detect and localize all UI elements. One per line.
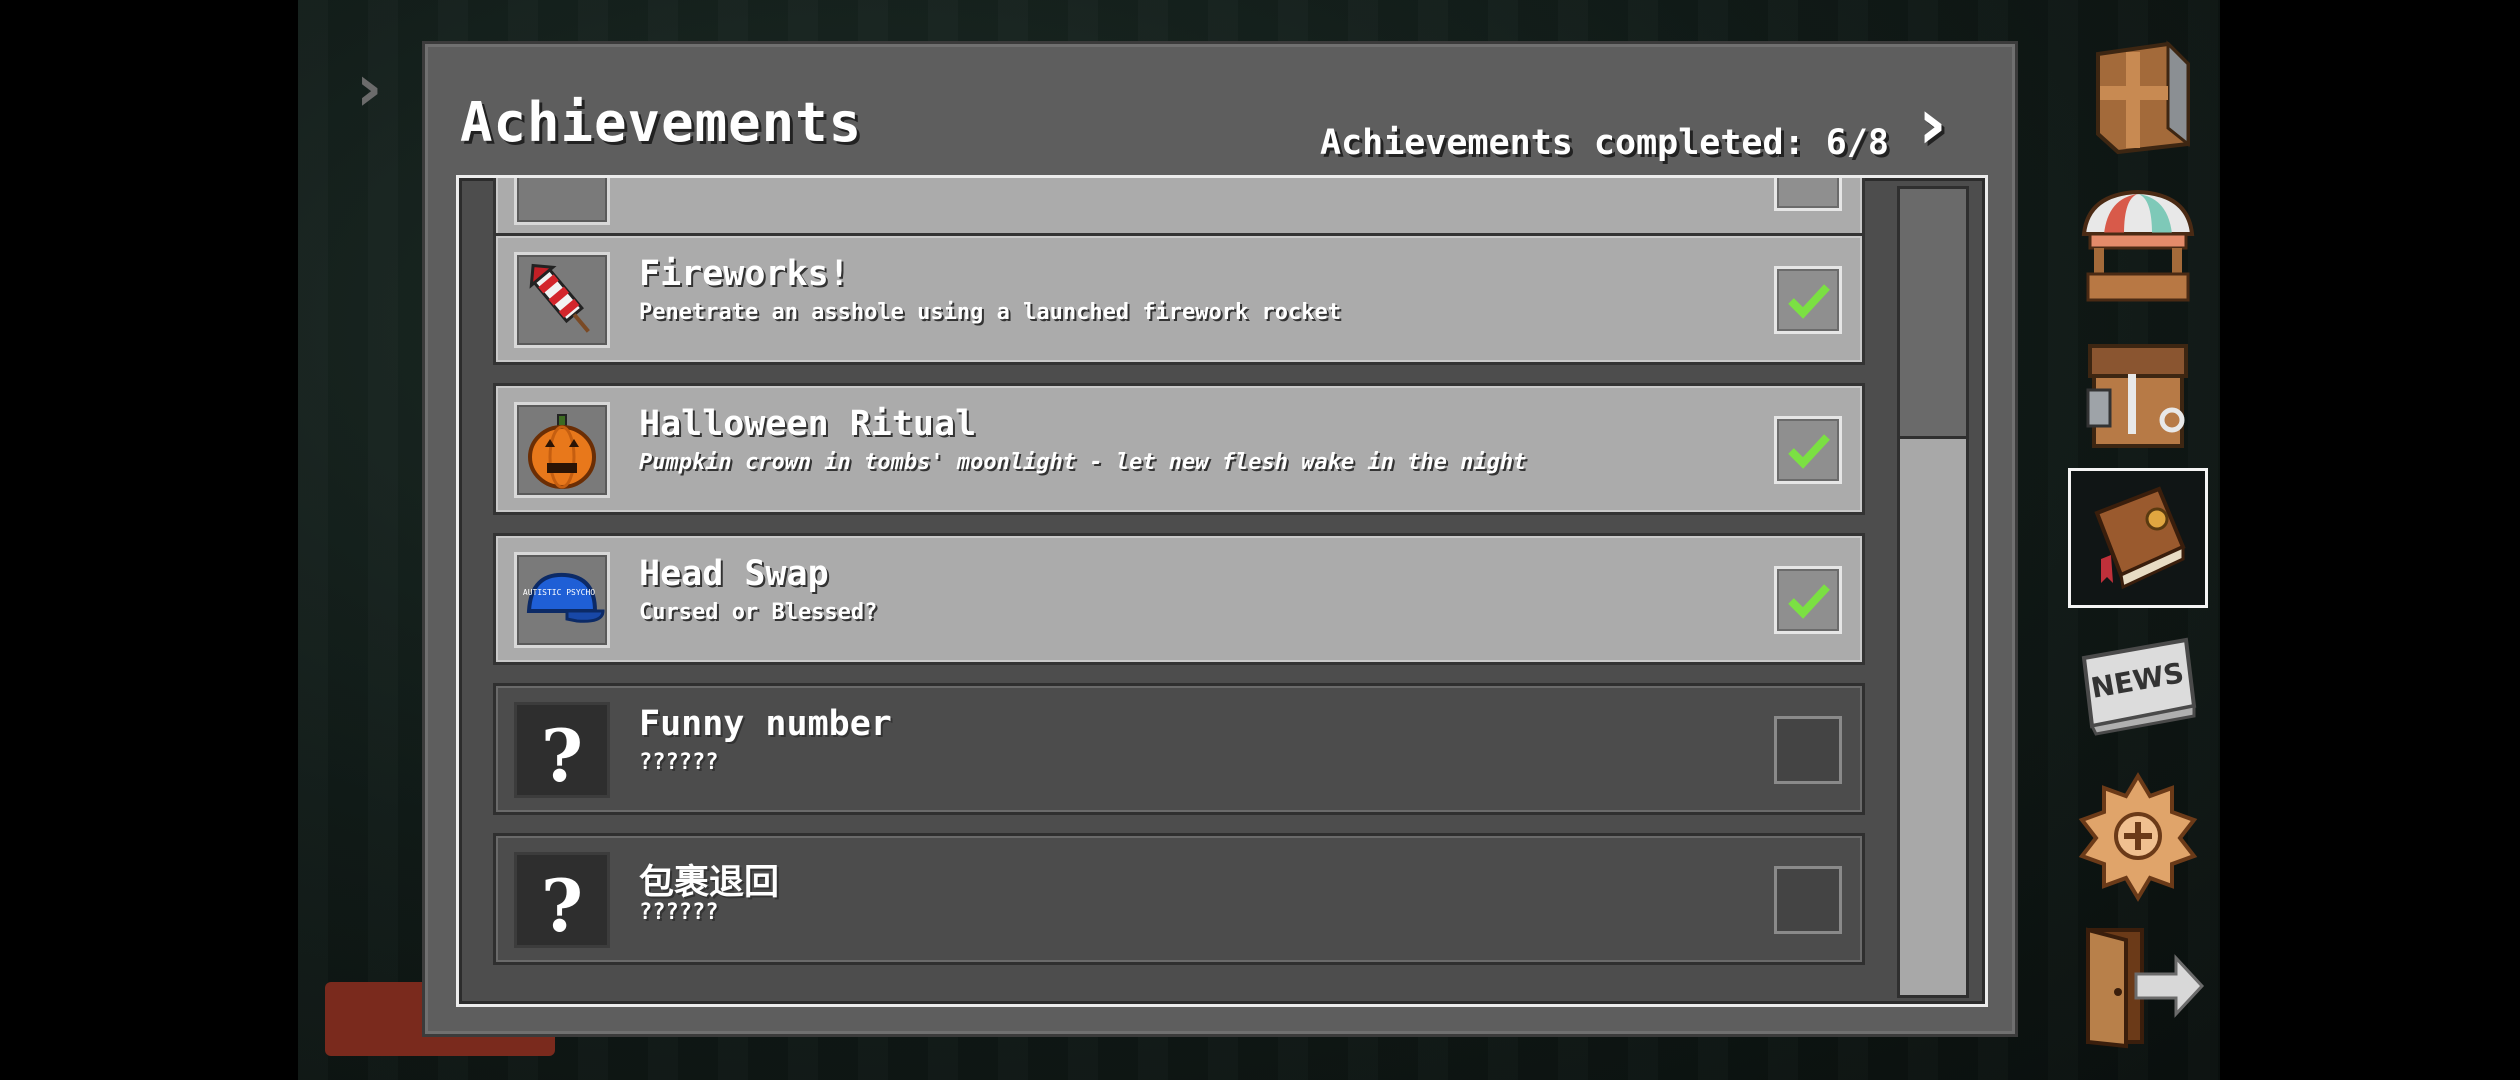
- news-icon: NEWS: [2081, 637, 2197, 736]
- checkmark-icon: [1788, 434, 1830, 469]
- workbench-icon: [2086, 344, 2188, 448]
- exit-button[interactable]: [2068, 914, 2208, 1054]
- achievement-title: Halloween Ritual: [639, 404, 977, 444]
- achievement-description: Pumpkin crown in tombs' moonlight - let …: [639, 450, 1527, 475]
- checkmark-icon: [1788, 584, 1830, 619]
- scrollbar[interactable]: [1897, 186, 1969, 998]
- completion-checkbox: [1774, 266, 1842, 334]
- achievements-list-frame: Fireworks! Penetrate an asshole using a …: [456, 175, 1988, 1007]
- settings-gear-icon: [2078, 772, 2198, 902]
- achievement-description: Cursed or Blessed?: [639, 600, 878, 625]
- list-item: AUTISTIC PSYCHO Head Swap Cursed or Bles…: [493, 533, 1865, 665]
- firework-rocket-icon: [529, 263, 590, 333]
- achievement-title: 包裹退回: [639, 863, 780, 903]
- list-item: Halloween Ritual Pumpkin crown in tombs'…: [493, 383, 1865, 515]
- achievement-icon-box: ?: [514, 852, 610, 948]
- achievements-book-icon: [2094, 486, 2186, 590]
- scrollbar-thumb[interactable]: [1900, 189, 1966, 439]
- crate-icon: [2096, 40, 2190, 155]
- list-item: ? 包裹退回 ??????: [493, 833, 1865, 965]
- news-button[interactable]: NEWS: [2068, 618, 2208, 758]
- completion-checkbox: [1774, 566, 1842, 634]
- achievement-title: Head Swap: [639, 554, 829, 594]
- crate-button[interactable]: [2068, 24, 2208, 164]
- completion-checkbox: [1774, 416, 1842, 484]
- achievement-icon-box: ?: [514, 702, 610, 798]
- achievements-counter: Achievements completed: 6/8: [1320, 123, 1889, 163]
- workbench-button[interactable]: [2068, 324, 2208, 464]
- completion-checkbox: [1774, 178, 1842, 211]
- achievements-button[interactable]: [2068, 468, 2208, 608]
- pumpkin-icon: [528, 414, 596, 489]
- achievement-icon-box: [514, 402, 610, 498]
- achievement-description: Penetrate an asshole using a launched fi…: [639, 300, 1341, 325]
- achievements-list[interactable]: Fireworks! Penetrate an asshole using a …: [493, 178, 1865, 1004]
- achievement-title: Fireworks!: [639, 254, 850, 294]
- settings-button[interactable]: [2068, 766, 2208, 906]
- achievements-panel: Achievements Achievements completed: 6/8…: [425, 44, 2015, 1034]
- achievement-icon-box: AUTISTIC PSYCHO: [514, 552, 610, 648]
- question-mark-icon: ?: [540, 713, 584, 798]
- exit-door-icon: [2086, 927, 2205, 1049]
- page-title: Achievements: [460, 91, 863, 154]
- list-item: Fireworks! Penetrate an asshole using a …: [493, 233, 1865, 365]
- achievement-description: ??????: [639, 900, 719, 925]
- next-page-arrow-icon[interactable]: ›: [1918, 89, 1978, 159]
- list-item: ? Funny number ??????: [493, 683, 1865, 815]
- achievement-icon-box: [514, 178, 610, 225]
- achievement-title: Funny number: [639, 704, 892, 744]
- achievement-icon-box: [514, 252, 610, 348]
- completion-checkbox: [1774, 866, 1842, 934]
- completion-checkbox: [1774, 716, 1842, 784]
- blue-cap-icon: AUTISTIC PSYCHO: [523, 572, 605, 623]
- achievement-description: ??????: [639, 750, 719, 775]
- background-arrow-icon: ›: [356, 52, 383, 126]
- question-mark-icon: ?: [540, 863, 584, 948]
- checkmark-icon: [1788, 284, 1830, 319]
- market-button[interactable]: [2068, 174, 2208, 314]
- market-stall-icon: [2081, 189, 2195, 302]
- svg-text:AUTISTIC PSYCHO: AUTISTIC PSYCHO: [523, 588, 595, 597]
